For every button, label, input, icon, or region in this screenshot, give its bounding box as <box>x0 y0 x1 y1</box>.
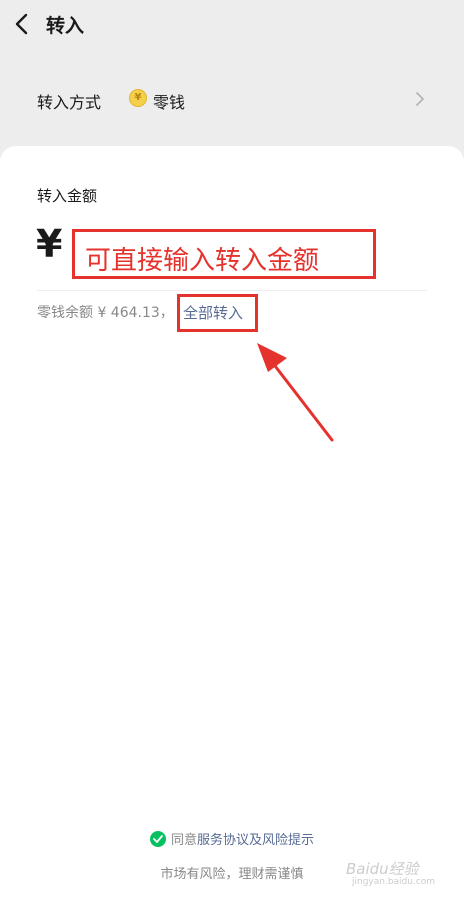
watermark: Baidu经验 jingyan.baidu.com <box>346 858 435 887</box>
transfer-method-value: 零钱 <box>153 93 186 112</box>
agreement-prefix: 同意 <box>170 833 197 848</box>
coin-icon: ¥ <box>129 89 147 107</box>
check-icon <box>153 835 163 843</box>
input-annotation: 可直接输入转入金额 <box>85 246 320 276</box>
top-bar: 转入 <box>0 0 464 48</box>
watermark-brand: Baidu经验 <box>346 860 419 878</box>
amount-card: 转入金额 ¥ 可直接输入转入金额 零钱余额 ¥ 464.13， 全部转入 <box>0 146 464 901</box>
divider <box>37 290 427 291</box>
agreement-row: 同意服务协议及风险提示 <box>0 829 464 851</box>
transfer-method-label: 转入方式 <box>37 93 102 112</box>
transfer-all-button[interactable]: 全部转入 <box>177 294 258 332</box>
currency-symbol: ¥ <box>36 222 63 266</box>
amount-input[interactable]: 可直接输入转入金额 <box>72 229 376 279</box>
agree-checkbox[interactable] <box>149 831 166 847</box>
page-title: 转入 <box>46 15 85 37</box>
chevron-left-icon <box>15 13 28 35</box>
balance-text: 零钱余额 ¥ 464.13， <box>37 305 174 321</box>
chevron-right-icon <box>416 92 424 106</box>
back-button[interactable] <box>12 10 34 38</box>
agreement-link[interactable]: 服务协议及风险提示 <box>197 833 314 848</box>
transfer-method-row[interactable]: 转入方式 ¥ 零钱 <box>0 72 464 126</box>
annotation-arrow-icon <box>257 343 334 442</box>
amount-label: 转入金额 <box>37 187 98 205</box>
transfer-all-label: 全部转入 <box>183 304 244 322</box>
watermark-url: jingyan.baidu.com <box>352 877 436 887</box>
